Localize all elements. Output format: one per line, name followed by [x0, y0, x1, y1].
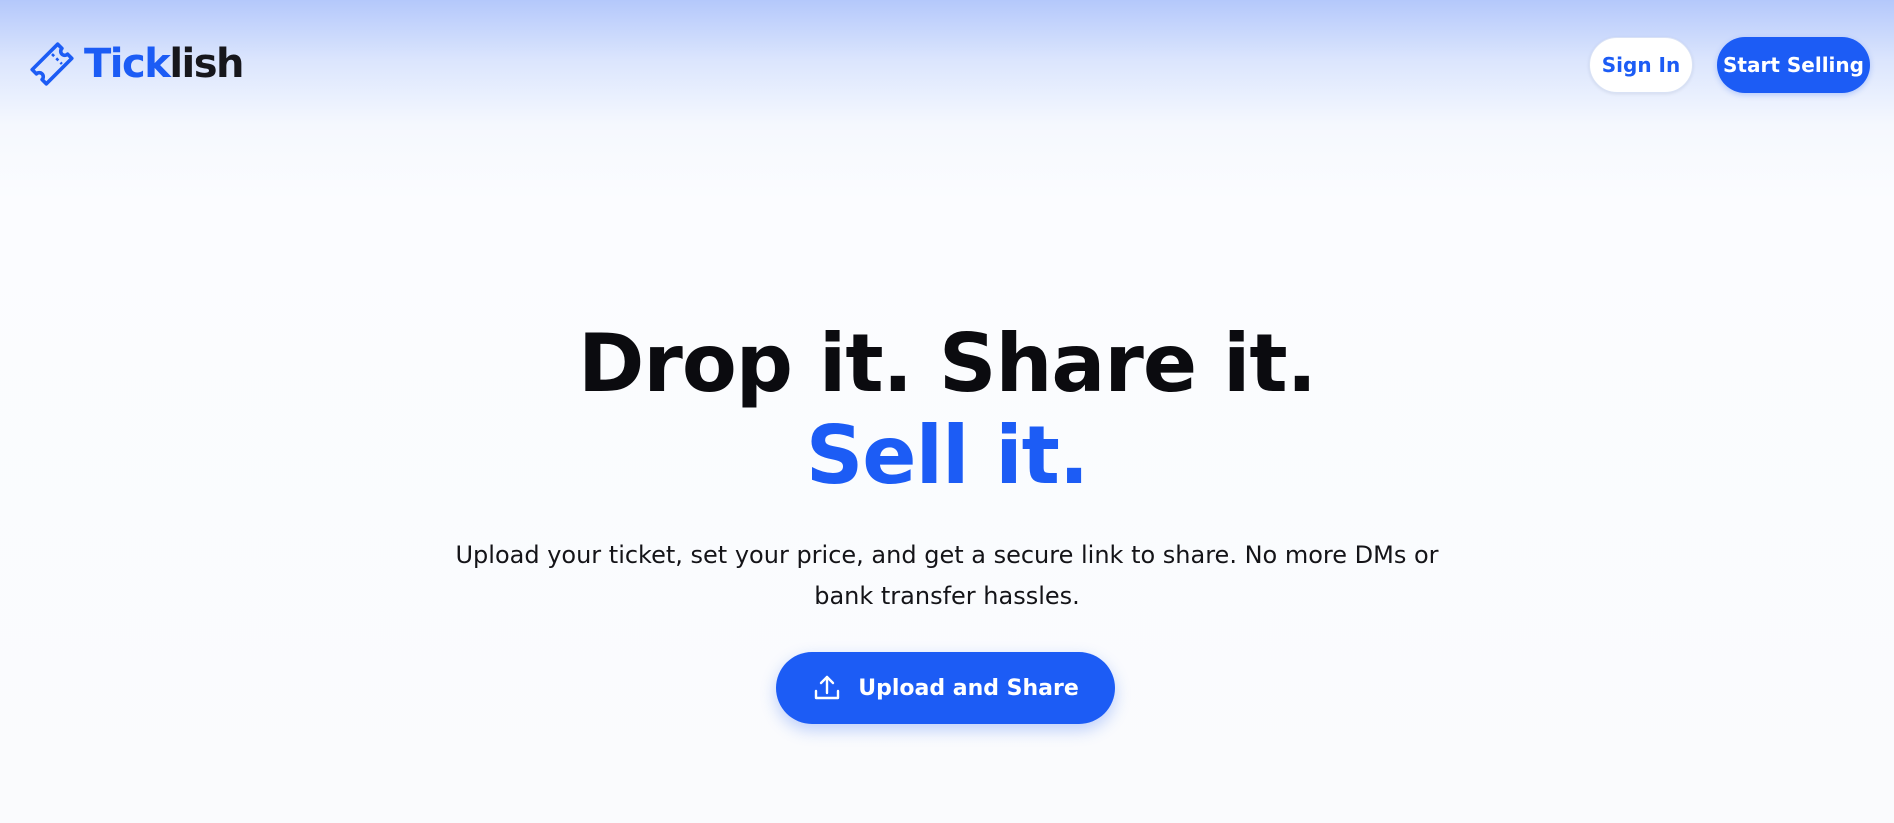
sign-in-button[interactable]: Sign In	[1589, 37, 1693, 93]
ticket-icon	[30, 42, 74, 86]
hero-subtitle: Upload your ticket, set your price, and …	[455, 541, 1439, 610]
start-selling-button[interactable]: Start Selling	[1717, 37, 1870, 93]
hero-headline: Drop it. Share it. Sell it.	[0, 318, 1894, 502]
upload-and-share-button[interactable]: Upload and Share	[776, 652, 1115, 724]
site-header: Ticklish Sign In Start Selling	[0, 0, 1894, 130]
brand-name-part-2: lish	[169, 41, 244, 87]
headline-line-2: Sell it.	[805, 409, 1090, 502]
upload-and-share-label: Upload and Share	[858, 675, 1079, 701]
headline-line-1: Drop it. Share it.	[577, 317, 1317, 410]
brand-name-part-1: Tick	[84, 41, 171, 87]
brand-name: Ticklish	[84, 34, 245, 94]
upload-icon	[815, 675, 840, 700]
logo[interactable]: Ticklish	[22, 34, 245, 94]
